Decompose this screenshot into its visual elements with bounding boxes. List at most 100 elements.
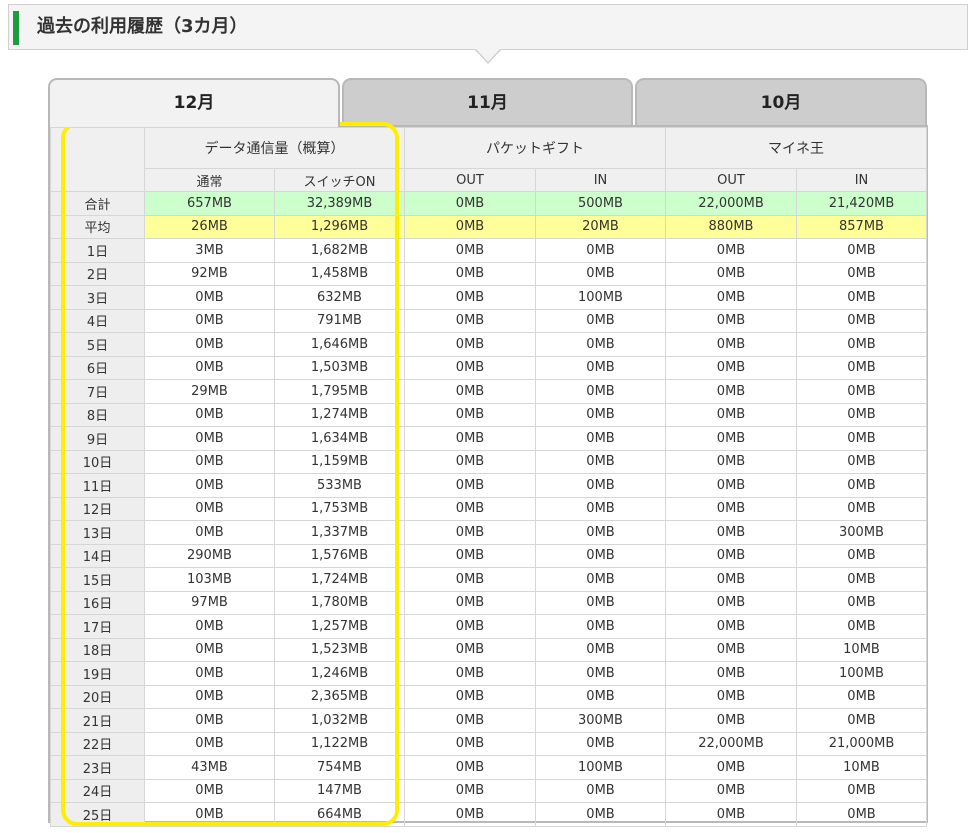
- table-row: 18日 0MB 1,523MB 0MB 0MB 0MB 10MB: [50, 637, 927, 662]
- row-label: 15日: [50, 567, 145, 592]
- tab-december[interactable]: 12月: [48, 78, 340, 127]
- row-label: 合計: [50, 191, 145, 216]
- total-row: 合計 657MB 32,389MB 0MB 500MB 22,000MB 21,420MB: [50, 191, 927, 216]
- cell-maine-in: 0MB: [796, 708, 927, 733]
- cell-maine-in: 0MB: [796, 778, 927, 803]
- cell-maine-in: 0MB: [796, 449, 927, 474]
- cell-maine-in: 0MB: [796, 426, 927, 451]
- cell-gift-out: 0MB: [404, 755, 536, 780]
- cell-maine-in: 857MB: [796, 214, 927, 239]
- cell-gift-in: 0MB: [535, 426, 666, 451]
- cell-switch-on: 1,780MB: [274, 590, 405, 615]
- row-label: 6日: [50, 355, 145, 380]
- cell-switch-on: 1,724MB: [274, 567, 405, 592]
- cell-switch-on: 1,257MB: [274, 614, 405, 639]
- cell-gift-out: 0MB: [404, 614, 536, 639]
- row-label: 1日: [50, 238, 145, 263]
- cell-gift-out: 0MB: [404, 426, 536, 451]
- cell-normal: 26MB: [144, 214, 275, 239]
- cell-switch-on: 32,389MB: [274, 191, 405, 216]
- table-row: 6日 0MB 1,503MB 0MB 0MB 0MB 0MB: [50, 355, 927, 380]
- cell-gift-out: 0MB: [404, 731, 536, 756]
- cell-gift-in: 300MB: [535, 708, 666, 733]
- cell-maine-out: 0MB: [665, 473, 797, 498]
- table-row: 23日 43MB 754MB 0MB 100MB 0MB 10MB: [50, 755, 927, 780]
- table-row: 16日 97MB 1,780MB 0MB 0MB 0MB 0MB: [50, 590, 927, 615]
- cell-switch-on: 1,296MB: [274, 214, 405, 239]
- cell-gift-in: 0MB: [535, 449, 666, 474]
- cell-normal: 0MB: [144, 308, 275, 333]
- cell-maine-in: 10MB: [796, 637, 927, 662]
- row-label: 2日: [50, 261, 145, 286]
- cell-gift-out: 0MB: [404, 261, 536, 286]
- cell-normal: 0MB: [144, 449, 275, 474]
- cell-maine-in: 0MB: [796, 238, 927, 263]
- cell-gift-out: 0MB: [404, 238, 536, 263]
- cell-gift-out: 0MB: [404, 567, 536, 592]
- cell-normal: 103MB: [144, 567, 275, 592]
- average-row: 平均 26MB 1,296MB 0MB 20MB 880MB 857MB: [50, 214, 927, 239]
- header-packet-gift: パケットギフト: [404, 127, 666, 169]
- cell-maine-in: 0MB: [796, 590, 927, 615]
- table-row: 7日 29MB 1,795MB 0MB 0MB 0MB 0MB: [50, 379, 927, 404]
- cell-switch-on: 533MB: [274, 473, 405, 498]
- section-header: 過去の利用履歴（3カ月）: [8, 4, 968, 50]
- cell-maine-in: 0MB: [796, 308, 927, 333]
- cell-maine-out: 0MB: [665, 708, 797, 733]
- table-row: 14日 290MB 1,576MB 0MB 0MB 0MB 0MB: [50, 543, 927, 568]
- header-data-usage: データ通信量（概算）: [144, 127, 405, 169]
- row-label: 7日: [50, 379, 145, 404]
- cell-maine-in: 300MB: [796, 520, 927, 545]
- row-label: 16日: [50, 590, 145, 615]
- cell-normal: 0MB: [144, 708, 275, 733]
- cell-switch-on: 1,503MB: [274, 355, 405, 380]
- row-label: 19日: [50, 661, 145, 686]
- cell-maine-out: 0MB: [665, 449, 797, 474]
- row-label: 12日: [50, 496, 145, 521]
- cell-normal: 0MB: [144, 637, 275, 662]
- cell-normal: 0MB: [144, 496, 275, 521]
- table-row: 8日 0MB 1,274MB 0MB 0MB 0MB 0MB: [50, 402, 927, 427]
- cell-switch-on: 1,523MB: [274, 637, 405, 662]
- tab-november[interactable]: 11月: [342, 78, 633, 126]
- cell-maine-out: 0MB: [665, 261, 797, 286]
- cell-gift-out: 0MB: [404, 661, 536, 686]
- row-label: 8日: [50, 402, 145, 427]
- cell-maine-out: 0MB: [665, 778, 797, 803]
- cell-normal: 0MB: [144, 332, 275, 357]
- row-label: 3日: [50, 285, 145, 310]
- cell-switch-on: 754MB: [274, 755, 405, 780]
- cell-gift-in: 0MB: [535, 473, 666, 498]
- cell-gift-in: 0MB: [535, 402, 666, 427]
- tab-october[interactable]: 10月: [635, 78, 927, 126]
- cell-normal: 0MB: [144, 426, 275, 451]
- table-row: 22日 0MB 1,122MB 0MB 0MB 22,000MB 21,000MB: [50, 731, 927, 756]
- table-row: 1日 3MB 1,682MB 0MB 0MB 0MB 0MB: [50, 238, 927, 263]
- cell-normal: 92MB: [144, 261, 275, 286]
- cell-maine-out: 0MB: [665, 238, 797, 263]
- cell-gift-in: 0MB: [535, 496, 666, 521]
- cell-maine-out: 22,000MB: [665, 731, 797, 756]
- cell-gift-out: 0MB: [404, 379, 536, 404]
- table-row: 20日 0MB 2,365MB 0MB 0MB 0MB 0MB: [50, 684, 927, 709]
- cell-normal: 3MB: [144, 238, 275, 263]
- cell-gift-out: 0MB: [404, 802, 536, 827]
- cell-maine-out: 0MB: [665, 590, 797, 615]
- usage-history-table-container: データ通信量（概算） パケットギフト マイネ王 通常 スイッチON OUT IN…: [48, 125, 928, 827]
- cell-maine-out: 22,000MB: [665, 191, 797, 216]
- cell-normal: 0MB: [144, 731, 275, 756]
- cell-gift-out: 0MB: [404, 520, 536, 545]
- cell-maine-in: 0MB: [796, 285, 927, 310]
- cell-gift-out: 0MB: [404, 496, 536, 521]
- cell-maine-in: 0MB: [796, 802, 927, 827]
- subheader-maine-in: IN: [796, 168, 927, 192]
- row-label: 14日: [50, 543, 145, 568]
- cell-normal: 0MB: [144, 355, 275, 380]
- table-row: 17日 0MB 1,257MB 0MB 0MB 0MB 0MB: [50, 614, 927, 639]
- cell-normal: 657MB: [144, 191, 275, 216]
- table-row: 4日 0MB 791MB 0MB 0MB 0MB 0MB: [50, 308, 927, 333]
- subheader-maine-out: OUT: [665, 168, 797, 192]
- cell-maine-in: 0MB: [796, 614, 927, 639]
- cell-switch-on: 1,246MB: [274, 661, 405, 686]
- cell-gift-in: 500MB: [535, 191, 666, 216]
